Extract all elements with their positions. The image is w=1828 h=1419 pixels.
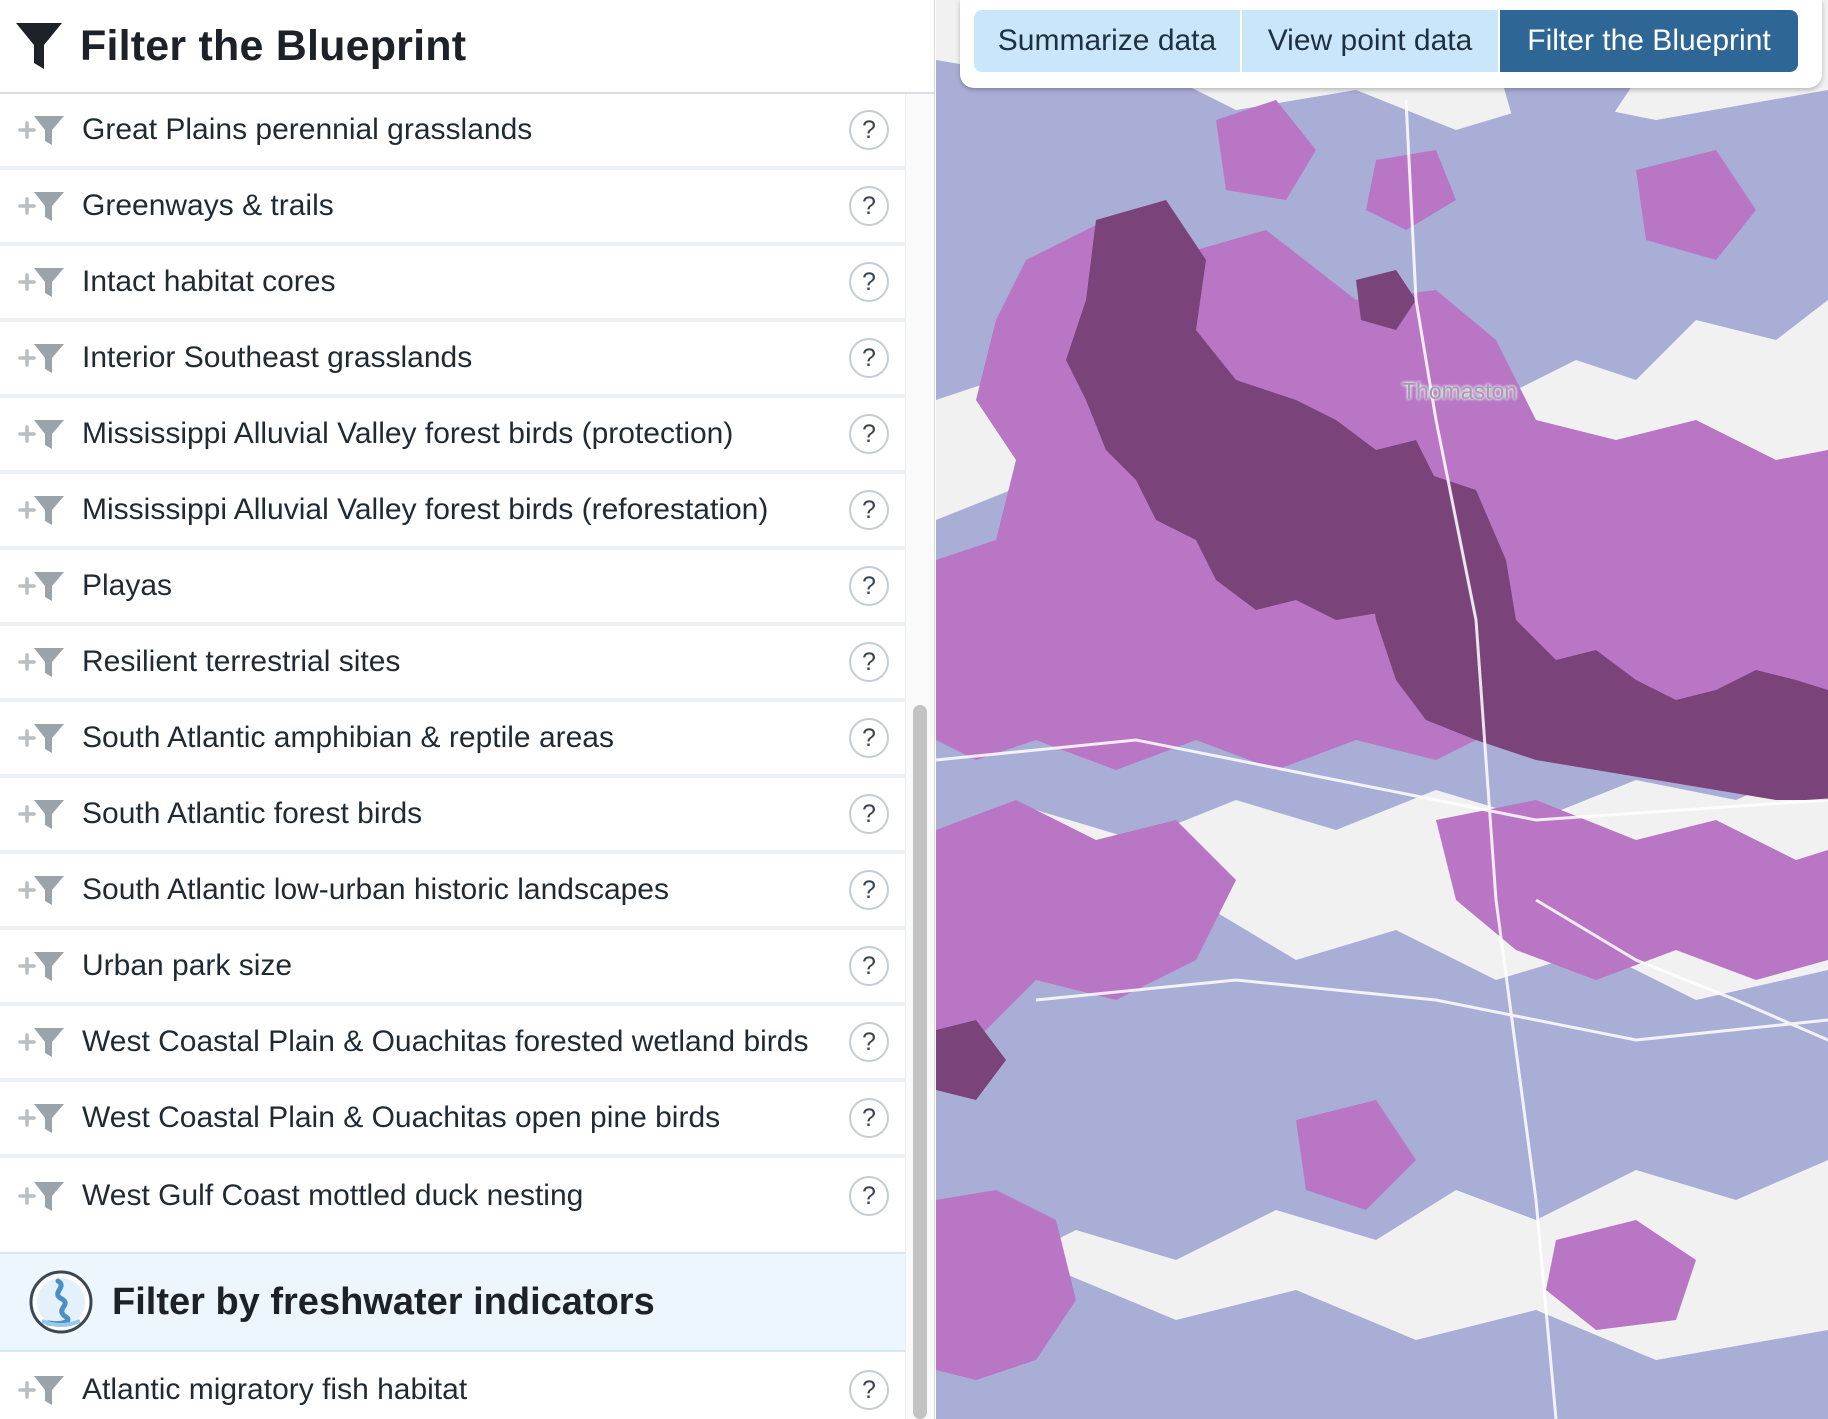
add-filter-icon[interactable] xyxy=(18,873,66,907)
indicator-row[interactable]: West Coastal Plain & Ouachitas open pine… xyxy=(0,1082,905,1158)
indicator-label: Mississippi Alluvial Valley forest birds… xyxy=(82,493,769,526)
funnel-icon xyxy=(16,23,62,69)
add-filter-icon[interactable] xyxy=(18,1101,66,1135)
tab-filter-the-blueprint[interactable]: Filter the Blueprint xyxy=(1500,10,1798,72)
freshwater-section-header: Filter by freshwater indicators xyxy=(0,1252,905,1352)
indicator-row[interactable]: West Gulf Coast mottled duck nesting? xyxy=(0,1158,905,1234)
help-icon[interactable]: ? xyxy=(849,414,889,454)
add-filter-icon[interactable] xyxy=(18,949,66,983)
indicator-label: Urban park size xyxy=(82,949,293,982)
indicator-label: South Atlantic low-urban historic landsc… xyxy=(82,873,669,906)
indicator-label: West Coastal Plain & Ouachitas forested … xyxy=(82,1025,809,1058)
sidebar: Filter the Blueprint Great Plains perenn… xyxy=(0,0,935,1419)
add-filter-icon[interactable] xyxy=(18,1373,66,1407)
add-filter-icon[interactable] xyxy=(18,265,66,299)
indicator-label: South Atlantic forest birds xyxy=(82,797,423,830)
indicator-row[interactable]: West Coastal Plain & Ouachitas forested … xyxy=(0,1006,905,1082)
scrollbar-thumb[interactable] xyxy=(913,705,927,1419)
help-icon[interactable]: ? xyxy=(849,262,889,302)
help-icon[interactable]: ? xyxy=(849,110,889,150)
add-filter-icon[interactable] xyxy=(18,645,66,679)
indicator-row[interactable]: Interior Southeast grasslands? xyxy=(0,322,905,398)
add-filter-icon[interactable] xyxy=(18,417,66,451)
indicator-row[interactable]: Urban park size? xyxy=(0,930,905,1006)
freshwater-section-title: Filter by freshwater indicators xyxy=(112,1280,655,1323)
indicator-label: Mississippi Alluvial Valley forest birds… xyxy=(82,417,734,450)
indicator-row[interactable]: Intact habitat cores? xyxy=(0,246,905,322)
help-icon[interactable]: ? xyxy=(849,870,889,910)
sidebar-header: Filter the Blueprint xyxy=(0,0,934,94)
indicator-row[interactable]: Playas? xyxy=(0,550,905,626)
help-icon[interactable]: ? xyxy=(849,1176,889,1216)
add-filter-icon[interactable] xyxy=(18,569,66,603)
freshwater-icon xyxy=(29,1270,93,1334)
add-filter-icon[interactable] xyxy=(18,721,66,755)
indicator-row[interactable]: Resilient terrestrial sites? xyxy=(0,626,905,702)
indicator-label: South Atlantic amphibian & reptile areas xyxy=(82,721,614,754)
indicator-row[interactable]: South Atlantic amphibian & reptile areas… xyxy=(0,702,905,778)
indicator-label: Playas xyxy=(82,569,173,602)
help-icon[interactable]: ? xyxy=(849,946,889,986)
indicator-label: Intact habitat cores xyxy=(82,265,336,298)
indicator-row[interactable]: Mississippi Alluvial Valley forest birds… xyxy=(0,398,905,474)
help-icon[interactable]: ? xyxy=(849,186,889,226)
place-label: Thomaston xyxy=(1402,378,1518,404)
indicator-row[interactable]: South Atlantic low-urban historic landsc… xyxy=(0,854,905,930)
indicator-row[interactable]: Great Plains perennial grasslands? xyxy=(0,94,905,170)
sidebar-title: Filter the Blueprint xyxy=(80,21,467,70)
help-icon[interactable]: ? xyxy=(849,338,889,378)
add-filter-icon[interactable] xyxy=(18,341,66,375)
indicator-label: Greenways & trails xyxy=(82,189,334,222)
map-canvas[interactable] xyxy=(936,0,1828,1419)
help-icon[interactable]: ? xyxy=(849,794,889,834)
add-filter-icon[interactable] xyxy=(18,797,66,831)
tab-summarize-data[interactable]: Summarize data xyxy=(974,10,1242,72)
indicator-label: Resilient terrestrial sites xyxy=(82,645,401,678)
add-filter-icon[interactable] xyxy=(18,1179,66,1213)
indicator-label: Interior Southeast grasslands xyxy=(82,341,473,374)
indicator-label: Great Plains perennial grasslands xyxy=(82,113,533,146)
help-icon[interactable]: ? xyxy=(849,566,889,606)
indicator-row[interactable]: Atlantic migratory fish habitat? xyxy=(0,1352,905,1419)
indicator-label: West Gulf Coast mottled duck nesting xyxy=(82,1179,584,1212)
help-icon[interactable]: ? xyxy=(849,1370,889,1410)
tab-view-point-data[interactable]: View point data xyxy=(1242,10,1500,72)
indicator-label: Atlantic migratory fish habitat xyxy=(82,1373,468,1406)
help-icon[interactable]: ? xyxy=(849,718,889,758)
indicator-list: Great Plains perennial grasslands? Greenw… xyxy=(0,94,905,1234)
freshwater-indicator-list: Atlantic migratory fish habitat? xyxy=(0,1352,905,1419)
map[interactable]: Thomaston Summarize data View point data… xyxy=(936,0,1828,1419)
help-icon[interactable]: ? xyxy=(849,1022,889,1062)
add-filter-icon[interactable] xyxy=(18,493,66,527)
help-icon[interactable]: ? xyxy=(849,490,889,530)
add-filter-icon[interactable] xyxy=(18,113,66,147)
indicator-row[interactable]: Mississippi Alluvial Valley forest birds… xyxy=(0,474,905,550)
indicator-label: West Coastal Plain & Ouachitas open pine… xyxy=(82,1101,721,1134)
indicator-row[interactable]: Greenways & trails? xyxy=(0,170,905,246)
help-icon[interactable]: ? xyxy=(849,1098,889,1138)
indicator-row[interactable]: South Atlantic forest birds? xyxy=(0,778,905,854)
help-icon[interactable]: ? xyxy=(849,642,889,682)
add-filter-icon[interactable] xyxy=(18,189,66,223)
add-filter-icon[interactable] xyxy=(18,1025,66,1059)
view-tabs: Summarize data View point data Filter th… xyxy=(960,0,1822,88)
